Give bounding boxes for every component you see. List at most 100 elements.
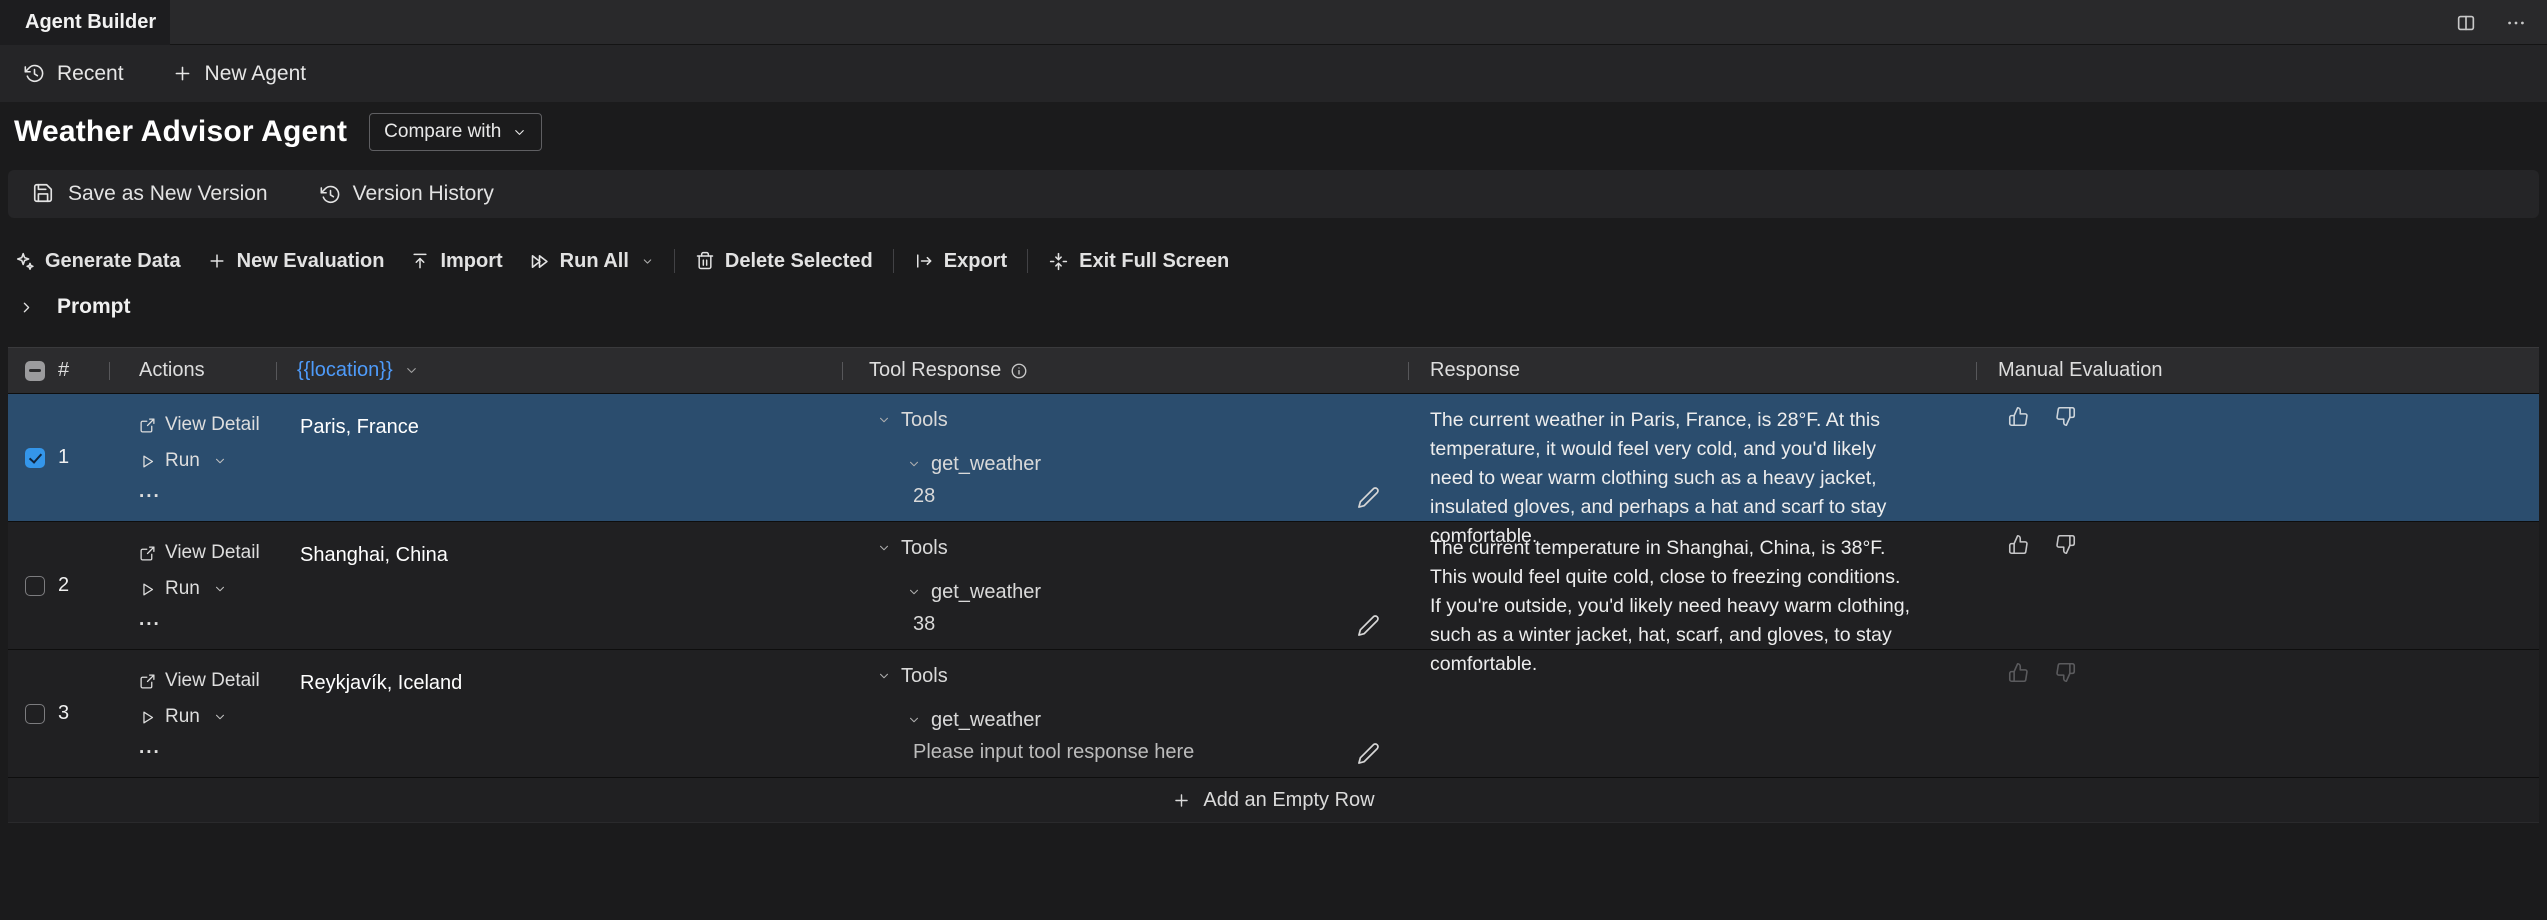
chevron-down-icon[interactable] [213,582,227,596]
new-agent-label: New Agent [205,62,307,86]
new-agent-button[interactable]: New Agent [172,62,307,86]
evaluation-table: # Actions {{location}} Tool Response Res… [8,347,2539,823]
run-label: Run [165,578,200,600]
table-header: # Actions {{location}} Tool Response Res… [8,347,2539,393]
view-detail-button[interactable]: View Detail [139,668,276,694]
row-more-button[interactable]: ... [139,610,276,630]
play-icon [139,709,156,726]
new-evaluation-label: New Evaluation [237,250,385,273]
split-panel-icon[interactable] [2455,12,2477,34]
view-detail-label: View Detail [165,670,260,692]
tool-call-toggle[interactable]: get_weather [842,454,1408,474]
run-label: Run [165,706,200,728]
chevron-down-icon[interactable] [213,454,227,468]
tab-agent-builder[interactable]: Agent Builder [0,0,170,45]
tool-name-label: get_weather [931,581,1041,604]
row-checkbox[interactable] [25,704,45,724]
row-index: 3 [58,702,69,725]
tool-response-placeholder[interactable]: Please input tool response here [913,741,1194,764]
exit-full-screen-label: Exit Full Screen [1079,250,1229,273]
compare-with-button[interactable]: Compare with [369,113,542,151]
run-all-button[interactable]: Run All [529,250,654,273]
tool-response-value: 28 [913,485,935,508]
sparkles-icon [14,251,35,272]
prompt-section-toggle[interactable]: Prompt [0,290,2547,324]
tool-response-value: 38 [913,613,935,636]
add-empty-row-label: Add an Empty Row [1203,789,1374,812]
chevron-down-icon [877,413,891,427]
tool-call-toggle[interactable]: get_weather [842,710,1408,730]
tools-group-toggle[interactable]: Tools [842,666,1408,686]
version-history-button[interactable]: Version History [320,182,494,206]
chevron-down-icon[interactable] [213,710,227,724]
version-history-label: Version History [353,182,494,206]
edit-icon[interactable] [1357,742,1380,765]
chevron-down-icon [907,585,921,599]
row-more-button[interactable]: ... [139,482,276,502]
page-title: Weather Advisor Agent [14,115,347,149]
edit-icon[interactable] [1357,486,1380,509]
external-link-icon [139,417,156,434]
page-header: Weather Advisor Agent Compare with [0,102,2547,162]
view-detail-label: View Detail [165,414,260,436]
row-checkbox[interactable] [25,448,45,468]
view-detail-button[interactable]: View Detail [139,412,276,438]
tool-name-label: get_weather [931,709,1041,732]
chevron-down-icon [907,457,921,471]
view-detail-button[interactable]: View Detail [139,540,276,566]
info-icon[interactable] [1010,362,1028,380]
tool-response-column-header: Tool Response [869,359,1001,382]
tools-group-toggle[interactable]: Tools [842,538,1408,558]
row-index: 2 [58,574,69,597]
location-column-header[interactable]: {{location}} [297,359,393,382]
thumbs-up-icon[interactable] [2008,534,2029,555]
recent-button[interactable]: Recent [24,62,124,86]
more-label: ... [139,609,161,631]
select-all-checkbox[interactable] [25,361,45,381]
thumbs-up-icon[interactable] [2008,406,2029,427]
more-options-icon[interactable] [2505,12,2527,34]
row-more-button[interactable]: ... [139,738,276,758]
response-column-header: Response [1430,359,1520,382]
generate-data-button[interactable]: Generate Data [14,250,181,273]
thumbs-down-icon[interactable] [2055,406,2076,427]
generate-data-label: Generate Data [45,250,181,273]
delete-selected-button[interactable]: Delete Selected [695,250,873,273]
export-button[interactable]: Export [914,250,1007,273]
run-button[interactable]: Run [139,576,276,602]
tool-call-toggle[interactable]: get_weather [842,582,1408,602]
plus-icon [172,63,193,84]
thumbs-up-icon[interactable] [2008,662,2029,683]
thumbs-down-icon[interactable] [2055,534,2076,555]
window-tab-bar: Agent Builder [0,0,2547,45]
manual-evaluation-column-header: Manual Evaluation [1998,359,2163,382]
index-column-header: # [58,359,69,382]
table-row-3: 3 View Detail Run ... Reykjavík, Iceland… [8,649,2539,777]
save-as-new-version-button[interactable]: Save as New Version [32,182,268,206]
chevron-down-icon[interactable] [641,255,654,268]
location-value: Reykjavík, Iceland [300,672,462,694]
chevron-down-icon[interactable] [404,363,419,378]
prompt-label: Prompt [57,295,131,319]
chevron-down-icon [877,669,891,683]
import-label: Import [440,250,502,273]
row-checkbox[interactable] [25,576,45,596]
toolbar-divider [893,249,894,273]
run-button[interactable]: Run [139,704,276,730]
add-empty-row-button[interactable]: Add an Empty Row [8,777,2539,823]
run-button[interactable]: Run [139,448,276,474]
recent-label: Recent [57,62,124,86]
trash-icon [695,251,715,271]
play-icon [139,453,156,470]
tools-group-label: Tools [901,537,948,560]
exit-full-screen-button[interactable]: Exit Full Screen [1048,250,1229,273]
save-as-new-version-label: Save as New Version [68,182,268,206]
thumbs-down-icon[interactable] [2055,662,2076,683]
toolbar-divider [674,249,675,273]
evaluation-toolbar: Generate Data New Evaluation Import Run … [0,240,2547,282]
new-evaluation-button[interactable]: New Evaluation [207,250,385,273]
import-button[interactable]: Import [410,250,502,273]
edit-icon[interactable] [1357,614,1380,637]
chevron-down-icon [512,125,527,140]
tools-group-toggle[interactable]: Tools [842,410,1408,430]
